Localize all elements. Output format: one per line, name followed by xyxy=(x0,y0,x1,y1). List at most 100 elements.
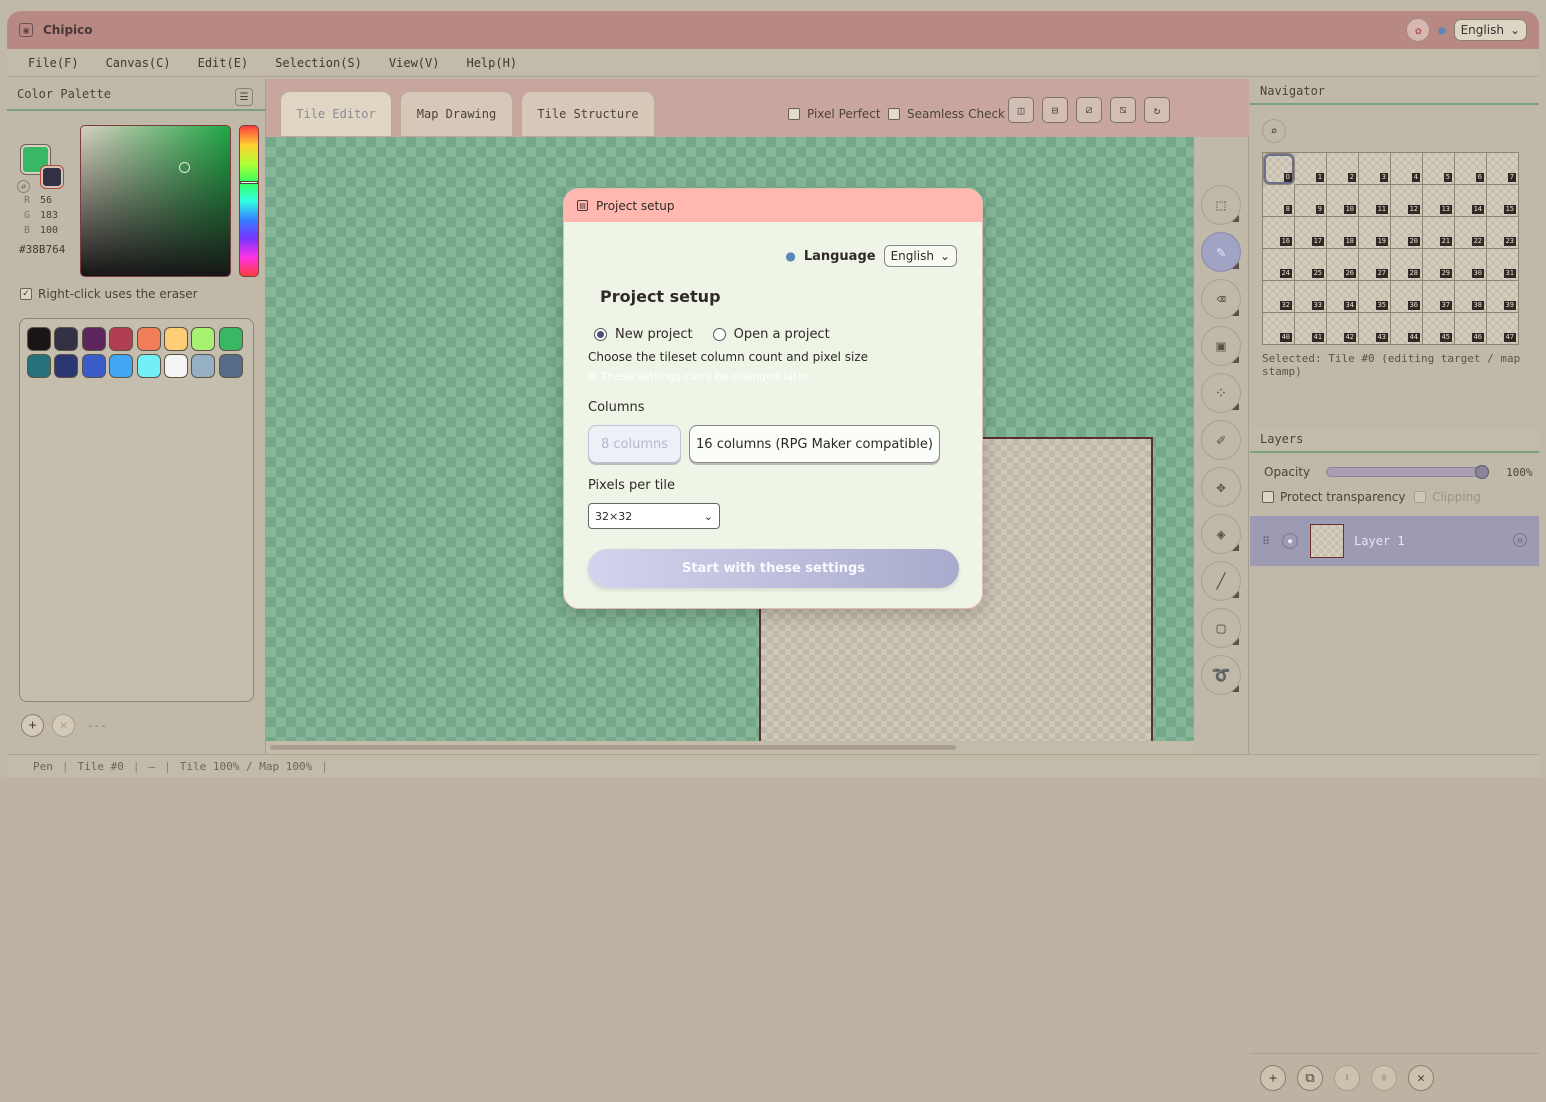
pause-button[interactable]: ⏸ xyxy=(1371,1065,1397,1091)
split-vertical-icon[interactable]: ◫ xyxy=(1008,97,1034,123)
layer-row[interactable]: ⠿ ● Layer 1 ⚙ xyxy=(1250,516,1539,566)
navigator-tile[interactable]: 35 xyxy=(1359,281,1391,313)
flip-diagonal-icon[interactable]: ⧄ xyxy=(1076,97,1102,123)
navigator-tile[interactable]: 5 xyxy=(1423,153,1455,185)
navigator-tile[interactable]: 2 xyxy=(1327,153,1359,185)
palette-color-swatch[interactable] xyxy=(27,327,51,351)
navigator-tile[interactable]: 4 xyxy=(1391,153,1423,185)
navigator-tile[interactable]: 39 xyxy=(1487,281,1519,313)
swap-colors-icon[interactable]: ⇄ xyxy=(17,180,30,193)
navigator-tile[interactable]: 34 xyxy=(1327,281,1359,313)
drag-handle-icon[interactable]: ⠿ xyxy=(1262,535,1270,548)
dialog-language-select[interactable]: English ⌄ xyxy=(883,245,957,267)
navigator-tile[interactable]: 22 xyxy=(1455,217,1487,249)
spray-tool-icon[interactable]: ⁘ xyxy=(1201,373,1241,413)
navigator-tile[interactable]: 46 xyxy=(1455,313,1487,345)
remove-color-button[interactable]: ✕ xyxy=(52,714,75,737)
hamburger-menu-icon[interactable]: ☰ xyxy=(235,88,253,106)
horizontal-scrollbar[interactable] xyxy=(266,741,1194,754)
hex-value[interactable]: #38B764 xyxy=(19,243,65,256)
duplicate-layer-button[interactable]: ⧉ xyxy=(1297,1065,1323,1091)
protect-transparency-option[interactable]: Protect transparency xyxy=(1262,490,1405,504)
pixel-perfect-checkbox[interactable] xyxy=(788,108,800,120)
clipping-checkbox[interactable] xyxy=(1414,491,1426,503)
add-layer-button[interactable]: + xyxy=(1260,1065,1286,1091)
navigator-tile[interactable]: 27 xyxy=(1359,249,1391,281)
background-color-swatch[interactable] xyxy=(41,166,63,188)
move-tool-icon[interactable]: ✥ xyxy=(1201,467,1241,507)
navigator-tile[interactable]: 40 xyxy=(1263,313,1295,345)
navigator-tile[interactable]: 11 xyxy=(1359,185,1391,217)
palette-color-swatch[interactable] xyxy=(218,327,243,351)
scrollbar-thumb[interactable] xyxy=(270,745,956,750)
tab-map-drawing[interactable]: Map Drawing xyxy=(400,91,513,137)
pixels-per-tile-select[interactable]: 32×32 ⌄ xyxy=(588,503,720,529)
navigator-tile[interactable]: 37 xyxy=(1423,281,1455,313)
navigator-tile[interactable]: 36 xyxy=(1391,281,1423,313)
new-project-radio-dot[interactable] xyxy=(594,328,607,341)
menu-help[interactable]: Help(H) xyxy=(466,56,517,70)
pen-tool-icon[interactable]: ✎ xyxy=(1201,232,1241,272)
navigator-tile[interactable]: 44 xyxy=(1391,313,1423,345)
palette-color-swatch[interactable] xyxy=(81,327,106,351)
palette-color-swatch[interactable] xyxy=(136,354,161,379)
navigator-tile[interactable]: 20 xyxy=(1391,217,1423,249)
select-rect-tool-icon[interactable]: ⬚ xyxy=(1201,185,1241,225)
navigator-tile[interactable]: 30 xyxy=(1455,249,1487,281)
start-button[interactable]: Start with these settings xyxy=(588,549,959,588)
palette-color-swatch[interactable] xyxy=(81,354,106,379)
navigator-tile[interactable]: 12 xyxy=(1391,185,1423,217)
navigator-tile[interactable]: 29 xyxy=(1423,249,1455,281)
navigator-tile[interactable]: 38 xyxy=(1455,281,1487,313)
opacity-slider-handle[interactable] xyxy=(1475,465,1490,479)
navigator-tile[interactable]: 10 xyxy=(1327,185,1359,217)
palette-color-swatch[interactable] xyxy=(27,354,51,379)
navigator-tile[interactable]: 16 xyxy=(1263,217,1295,249)
navigator-tile[interactable]: 43 xyxy=(1359,313,1391,345)
navigator-tile[interactable]: 19 xyxy=(1359,217,1391,249)
navigator-tile[interactable]: 33 xyxy=(1295,281,1327,313)
merge-down-button[interactable]: ⬇ xyxy=(1334,1065,1360,1091)
language-select[interactable]: English ⌄ xyxy=(1453,19,1527,41)
navigator-tile[interactable]: 3 xyxy=(1359,153,1391,185)
navigator-tile[interactable]: 7 xyxy=(1487,153,1519,185)
navigator-tile[interactable]: 23 xyxy=(1487,217,1519,249)
palette-color-swatch[interactable] xyxy=(218,354,243,379)
search-icon[interactable]: ⌕ xyxy=(1262,119,1286,143)
16-columns-button[interactable]: 16 columns (RPG Maker compatible) xyxy=(689,425,940,463)
new-project-radio[interactable]: New project xyxy=(594,327,693,342)
menu-canvas[interactable]: Canvas(C) xyxy=(106,56,171,70)
pencil-tool-icon[interactable]: ✐ xyxy=(1201,420,1241,460)
navigator-tile[interactable]: 47 xyxy=(1487,313,1519,345)
picker-cursor[interactable] xyxy=(179,162,190,173)
menu-edit[interactable]: Edit(E) xyxy=(198,56,249,70)
open-project-radio-dot[interactable] xyxy=(712,328,726,341)
palette-color-swatch[interactable] xyxy=(109,327,134,351)
right-click-checkbox[interactable]: ✓ xyxy=(20,288,32,300)
menu-file[interactable]: File(F) xyxy=(28,56,79,70)
navigator-tile[interactable]: 13 xyxy=(1423,185,1455,217)
navigator-tile[interactable]: 41 xyxy=(1295,313,1327,345)
navigator-tile[interactable]: 14 xyxy=(1455,185,1487,217)
palette-color-swatch[interactable] xyxy=(163,354,188,379)
opacity-slider[interactable] xyxy=(1326,465,1490,479)
navigator-tile[interactable]: 15 xyxy=(1487,185,1519,217)
rectangle-tool-icon[interactable]: ▢ xyxy=(1201,608,1241,648)
stamp-tool-icon[interactable]: ▣ xyxy=(1201,326,1241,366)
hue-slider[interactable] xyxy=(239,125,259,277)
flip-antidiagonal-icon[interactable]: ⧅ xyxy=(1110,97,1136,123)
layer-settings-icon[interactable]: ⚙ xyxy=(1513,533,1527,547)
palette-color-swatch[interactable] xyxy=(191,354,216,379)
8-columns-button[interactable]: 8 columns xyxy=(588,425,681,463)
palette-color-swatch[interactable] xyxy=(136,327,161,351)
seamless-check-option[interactable]: Seamless Check xyxy=(888,107,1005,121)
navigator-tile[interactable]: 8 xyxy=(1263,185,1295,217)
right-click-eraser-option[interactable]: ✓ Right-click uses the eraser xyxy=(20,287,198,301)
rotate-icon[interactable]: ↻ xyxy=(1144,97,1170,123)
navigator-tile[interactable]: 9 xyxy=(1295,185,1327,217)
navigator-tile[interactable]: 25 xyxy=(1295,249,1327,281)
palette-color-swatch[interactable] xyxy=(191,327,216,351)
lasso-tool-icon[interactable]: ➰ xyxy=(1201,655,1241,695)
navigator-tile[interactable]: 45 xyxy=(1423,313,1455,345)
delete-layer-button[interactable]: ✕ xyxy=(1408,1065,1434,1091)
